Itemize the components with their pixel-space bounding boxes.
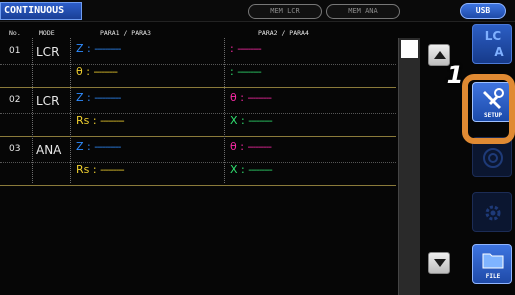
para2-label: θ	[230, 91, 237, 104]
down-arrow-icon	[434, 259, 446, 267]
row-number: 02	[9, 95, 21, 105]
folder-icon	[482, 253, 504, 269]
scroll-thumb[interactable]	[401, 40, 418, 58]
para2-readout: θ : ---------	[230, 90, 272, 106]
screen-title-tab: CONTINUOUS	[0, 2, 82, 20]
para2-sep: :	[230, 42, 234, 55]
para1-readout: Z : ----------	[76, 139, 121, 155]
para4-label: X	[230, 163, 238, 176]
para1-readout: Z : ----------	[76, 41, 121, 57]
para2-readout: θ : ---------	[230, 139, 272, 155]
para4-sep: :	[241, 114, 245, 127]
row-mode: LCR	[36, 94, 60, 108]
para1-label: Z	[76, 91, 84, 104]
lcr-ana-mode-button[interactable]: LC A	[472, 24, 512, 64]
mem-lcr-button[interactable]: MEM LCR	[248, 4, 322, 19]
para3-sep: :	[92, 114, 97, 127]
header-para13: PARA1 / PARA3	[100, 29, 151, 37]
para3-readout: θ : ---------	[76, 64, 118, 80]
header-para24: PARA2 / PARA4	[258, 29, 309, 37]
disabled-settings-button[interactable]	[472, 192, 512, 232]
file-label: FILE	[485, 273, 501, 280]
para3-label: θ	[76, 65, 83, 78]
para2-sep: :	[240, 91, 244, 104]
top-bar: CONTINUOUS MEM LCR MEM ANA USB	[0, 0, 515, 22]
para2-label: θ	[230, 140, 237, 153]
para4-value: ---------	[237, 67, 262, 78]
step-number-badge: 1	[446, 61, 464, 89]
para1-readout: Z : ----------	[76, 90, 121, 106]
row-mode: ANA	[36, 143, 62, 157]
para3-sep: :	[86, 65, 90, 78]
para3-readout: Rs : ---------	[76, 113, 125, 129]
para4-readout: X : ---------	[230, 113, 273, 129]
para1-value: ----------	[94, 44, 121, 55]
para2-value: ---------	[247, 93, 272, 104]
para2-sep: :	[240, 140, 244, 153]
gear-icon	[485, 205, 501, 221]
table-scrollbar[interactable]	[398, 38, 420, 295]
para2-readout: : ---------	[230, 41, 262, 57]
para4-value: ---------	[248, 116, 273, 127]
instrument-screen: CONTINUOUS MEM LCR MEM ANA USB No. MODE …	[0, 0, 515, 295]
scroll-down-button[interactable]	[428, 252, 450, 274]
file-button[interactable]: FILE	[472, 244, 512, 284]
target-icon	[483, 148, 503, 168]
table-header: No. MODE PARA1 / PARA3 PARA2 / PARA4	[0, 27, 396, 39]
para1-value: ----------	[94, 142, 121, 153]
row-number: 01	[9, 46, 21, 56]
row-subdivider	[0, 64, 396, 65]
lcr-ana-bottom-label: A	[494, 45, 504, 59]
row-subdivider	[0, 162, 396, 163]
para1-sep: :	[87, 91, 91, 104]
continuous-table: No. MODE PARA1 / PARA3 PARA2 / PARA4 01 …	[0, 24, 398, 294]
mem-ana-button[interactable]: MEM ANA	[326, 4, 400, 19]
row-number: 03	[9, 144, 21, 154]
para3-readout: Rs : ---------	[76, 162, 125, 178]
lcr-ana-top-label: LC	[484, 29, 502, 43]
para3-value: ---------	[93, 67, 118, 78]
para4-readout: : ---------	[230, 64, 262, 80]
header-mode: MODE	[39, 29, 55, 37]
row-mode: LCR	[36, 45, 60, 59]
para3-label: Rs	[76, 114, 90, 127]
para3-label: Rs	[76, 163, 90, 176]
para2-value: ---------	[237, 44, 262, 55]
para4-readout: X : ---------	[230, 162, 273, 178]
para1-sep: :	[87, 42, 91, 55]
para4-value: ---------	[248, 165, 273, 176]
row-subdivider	[0, 113, 396, 114]
para3-value: ---------	[100, 116, 125, 127]
para1-sep: :	[87, 140, 91, 153]
usb-button[interactable]: USB	[460, 3, 506, 19]
para1-label: Z	[76, 42, 84, 55]
para1-label: Z	[76, 140, 84, 153]
up-arrow-icon	[434, 51, 446, 59]
header-no: No.	[9, 29, 21, 37]
para3-value: ---------	[100, 165, 125, 176]
para4-sep: :	[241, 163, 245, 176]
para3-sep: :	[92, 163, 97, 176]
para4-label: X	[230, 114, 238, 127]
para4-sep: :	[230, 65, 234, 78]
para2-value: ---------	[247, 142, 272, 153]
para1-value: ----------	[94, 93, 121, 104]
